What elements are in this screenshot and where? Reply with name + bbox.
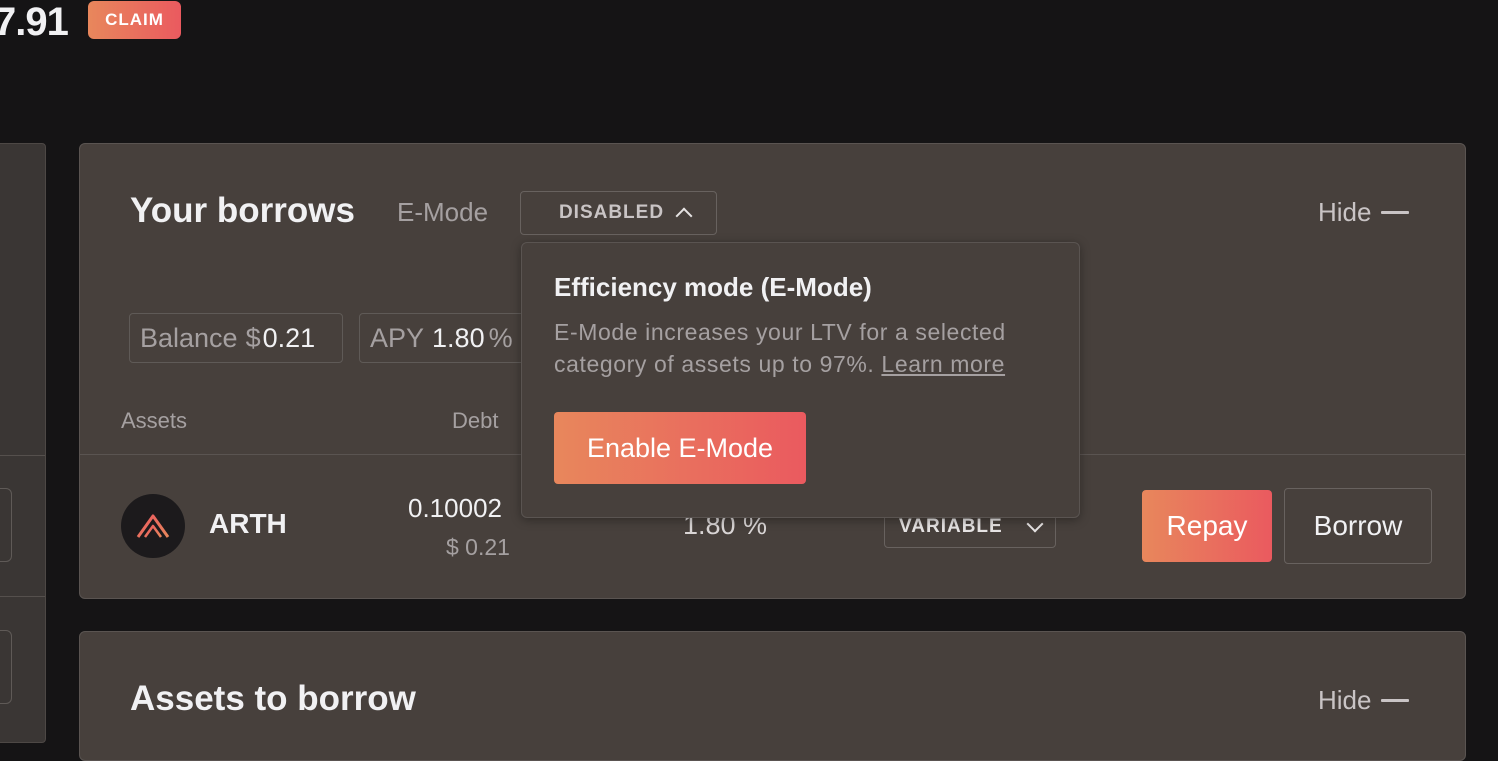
borrow-button[interactable]: Borrow <box>1284 488 1432 564</box>
balance-pill: Balance $ 0.21 <box>129 313 343 363</box>
hide-label: Hide <box>1318 685 1372 715</box>
assets-to-borrow-title: Assets to borrow <box>130 679 416 718</box>
your-borrows-title: Your borrows <box>130 191 355 230</box>
enable-emode-button[interactable]: Enable E-Mode <box>554 412 806 484</box>
emode-popover-description: E-Mode increases your LTV for a selected… <box>554 316 1054 380</box>
hide-borrows-button[interactable]: Hide <box>1318 197 1410 228</box>
minus-icon <box>1381 211 1410 214</box>
debt-usd: $ 0.21 <box>446 534 510 560</box>
balance-value: 0.21 <box>262 322 316 353</box>
emode-popover-title: Efficiency mode (E-Mode) <box>554 272 872 302</box>
debt-amount: 0.10002 <box>408 493 502 523</box>
emode-label: E-Mode <box>397 197 489 227</box>
claim-button[interactable]: CLAIM <box>88 1 181 39</box>
divider <box>0 596 45 597</box>
minus-icon <box>1381 699 1410 702</box>
supplies-panel-edge <box>0 143 46 743</box>
hide-assets-button[interactable]: Hide <box>1318 685 1410 716</box>
apy-label: APY <box>370 322 425 353</box>
balance-currency: $ <box>245 322 261 353</box>
column-header-assets: Assets <box>121 408 188 433</box>
asset-name: ARTH <box>209 508 287 539</box>
emode-status: DISABLED <box>558 202 665 223</box>
repay-button[interactable]: Repay <box>1142 490 1272 562</box>
net-worth-value: 7.91 <box>0 0 69 44</box>
learn-more-link[interactable]: Learn more <box>881 351 1005 377</box>
hide-label: Hide <box>1318 197 1372 227</box>
action-button-edge[interactable] <box>0 488 12 562</box>
arth-logo-icon <box>121 494 185 558</box>
divider <box>0 455 45 456</box>
action-button-edge[interactable] <box>0 630 12 704</box>
apy-value: 1.80 <box>432 322 485 353</box>
apy-unit: % <box>488 322 513 353</box>
rate-type-value: VARIABLE <box>899 515 1003 537</box>
emode-toggle-button[interactable]: DISABLED <box>520 191 717 235</box>
chevron-up-icon <box>675 207 693 225</box>
balance-label: Balance <box>140 322 238 353</box>
column-header-debt: Debt <box>452 408 499 433</box>
